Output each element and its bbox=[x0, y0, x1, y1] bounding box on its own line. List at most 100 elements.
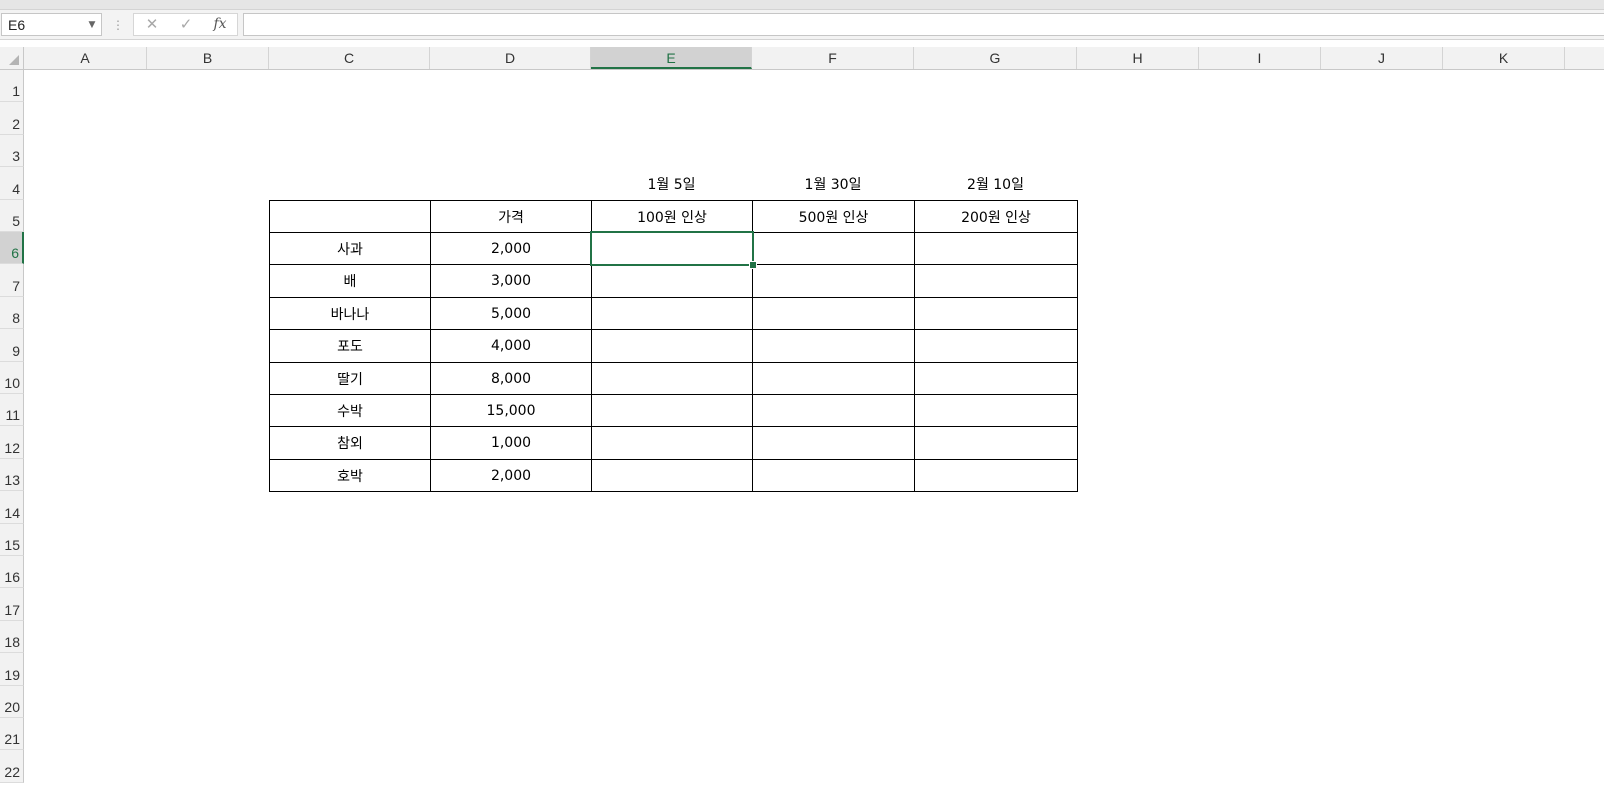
table-cell[interactable] bbox=[591, 232, 753, 265]
item-price-cell[interactable]: 2,000 bbox=[430, 232, 592, 265]
column-header-d[interactable]: D bbox=[430, 47, 591, 69]
table-cell[interactable] bbox=[914, 232, 1078, 265]
item-name-cell[interactable]: 딸기 bbox=[269, 362, 431, 395]
row-header-label: 21 bbox=[4, 731, 20, 747]
row-header-14[interactable]: 14 bbox=[0, 491, 24, 524]
table-cell[interactable] bbox=[752, 459, 915, 492]
table-cell[interactable] bbox=[752, 362, 915, 395]
row-header-13[interactable]: 13 bbox=[0, 459, 24, 491]
row-header-2[interactable]: 2 bbox=[0, 102, 24, 135]
row-header-4[interactable]: 4 bbox=[0, 167, 24, 200]
item-name-cell[interactable]: 포도 bbox=[269, 329, 431, 363]
table-header-cell[interactable]: 200원 인상 bbox=[914, 200, 1078, 233]
date-header-cell[interactable]: 1월 5일 bbox=[591, 167, 752, 200]
enter-icon[interactable]: ✓ bbox=[171, 14, 201, 35]
row-header-3[interactable]: 3 bbox=[0, 135, 24, 167]
table-cell[interactable] bbox=[591, 329, 753, 363]
table-cell[interactable] bbox=[752, 394, 915, 427]
row-header-label: 17 bbox=[4, 602, 20, 618]
row-header-1[interactable]: 1 bbox=[0, 70, 24, 102]
table-cell[interactable] bbox=[914, 394, 1078, 427]
item-name-cell[interactable]: 수박 bbox=[269, 394, 431, 427]
item-price-cell[interactable]: 8,000 bbox=[430, 362, 592, 395]
item-price-cell[interactable]: 4,000 bbox=[430, 329, 592, 363]
column-header-k[interactable]: K bbox=[1443, 47, 1565, 69]
table-header-cell[interactable]: 100원 인상 bbox=[591, 200, 753, 233]
row-header-21[interactable]: 21 bbox=[0, 718, 24, 750]
row-header-10[interactable]: 10 bbox=[0, 362, 24, 394]
table-cell[interactable] bbox=[752, 232, 915, 265]
formula-buttons: ✕ ✓ fx bbox=[133, 13, 238, 36]
table-cell[interactable] bbox=[591, 264, 753, 298]
table-cell[interactable] bbox=[914, 426, 1078, 460]
row-header-7[interactable]: 7 bbox=[0, 264, 24, 297]
item-name-cell[interactable]: 참외 bbox=[269, 426, 431, 460]
select-all-button[interactable] bbox=[0, 47, 24, 69]
item-name-cell[interactable]: 사과 bbox=[269, 232, 431, 265]
table-cell[interactable] bbox=[591, 362, 753, 395]
item-name-cell[interactable]: 바나나 bbox=[269, 297, 431, 330]
formula-input[interactable] bbox=[243, 13, 1604, 36]
row-header-label: 18 bbox=[4, 634, 20, 650]
table-cell[interactable] bbox=[752, 329, 915, 363]
table-cell[interactable] bbox=[591, 459, 753, 492]
row-header-17[interactable]: 17 bbox=[0, 588, 24, 621]
row-header-9[interactable]: 9 bbox=[0, 329, 24, 362]
row-header-6[interactable]: 6 bbox=[0, 232, 24, 264]
name-box[interactable]: E6 ▼ bbox=[1, 13, 102, 36]
row-header-label: 12 bbox=[4, 440, 20, 456]
table-cell[interactable] bbox=[914, 362, 1078, 395]
row-header-12[interactable]: 12 bbox=[0, 426, 24, 459]
column-header-a[interactable]: A bbox=[24, 47, 147, 69]
row-header-label: 5 bbox=[12, 213, 20, 229]
date-header-cell[interactable]: 2월 10일 bbox=[914, 167, 1077, 200]
table-cell[interactable] bbox=[752, 264, 915, 298]
column-header-e[interactable]: E bbox=[591, 47, 752, 69]
row-header-16[interactable]: 16 bbox=[0, 556, 24, 588]
fill-handle[interactable] bbox=[749, 261, 757, 269]
table-header-cell[interactable] bbox=[269, 200, 431, 233]
column-header-b[interactable]: B bbox=[147, 47, 269, 69]
column-header-i[interactable]: I bbox=[1199, 47, 1321, 69]
column-header-g[interactable]: G bbox=[914, 47, 1077, 69]
row-header-8[interactable]: 8 bbox=[0, 297, 24, 329]
worksheet-grid[interactable]: 1월 5일 1월 30일 2월 10일가격 100원 인상 500원 인상 200원 인상… bbox=[24, 70, 1604, 812]
table-cell[interactable] bbox=[591, 297, 753, 330]
row-header-label: 15 bbox=[4, 537, 20, 553]
row-header-22[interactable]: 22 bbox=[0, 750, 24, 783]
table-header-cell[interactable]: 가격 bbox=[430, 200, 592, 233]
row-header-5[interactable]: 5 bbox=[0, 200, 24, 232]
table-cell[interactable] bbox=[914, 329, 1078, 363]
table-cell[interactable] bbox=[752, 426, 915, 460]
table-cell[interactable] bbox=[914, 459, 1078, 492]
drag-handle-icon[interactable]: ⋮ bbox=[112, 15, 124, 35]
item-price-cell[interactable]: 3,000 bbox=[430, 264, 592, 298]
table-cell[interactable] bbox=[591, 426, 753, 460]
spreadsheet-window: E6 ▼ ⋮ ✕ ✓ fx ABCDEFGHIJK 1 2 3 4 5 6 7 8 9 10 11 1… bbox=[0, 0, 1604, 812]
row-header-18[interactable]: 18 bbox=[0, 621, 24, 653]
chevron-down-icon[interactable]: ▼ bbox=[86, 17, 98, 33]
date-header-cell[interactable]: 1월 30일 bbox=[752, 167, 914, 200]
item-name-cell[interactable]: 호박 bbox=[269, 459, 431, 492]
column-header-c[interactable]: C bbox=[269, 47, 430, 69]
column-header-h[interactable]: H bbox=[1077, 47, 1199, 69]
row-header-11[interactable]: 11 bbox=[0, 394, 24, 426]
table-cell[interactable] bbox=[591, 394, 753, 427]
table-header-cell[interactable]: 500원 인상 bbox=[752, 200, 915, 233]
select-all-icon bbox=[9, 55, 19, 65]
table-cell[interactable] bbox=[914, 297, 1078, 330]
table-cell[interactable] bbox=[914, 264, 1078, 298]
table-cell[interactable] bbox=[752, 297, 915, 330]
item-price-cell[interactable]: 2,000 bbox=[430, 459, 592, 492]
item-name-cell[interactable]: 배 bbox=[269, 264, 431, 298]
cancel-icon[interactable]: ✕ bbox=[137, 14, 167, 35]
column-header-f[interactable]: F bbox=[752, 47, 914, 69]
insert-function-icon[interactable]: fx bbox=[205, 14, 235, 35]
row-header-19[interactable]: 19 bbox=[0, 653, 24, 686]
item-price-cell[interactable]: 1,000 bbox=[430, 426, 592, 460]
row-header-20[interactable]: 20 bbox=[0, 686, 24, 718]
item-price-cell[interactable]: 15,000 bbox=[430, 394, 592, 427]
column-header-j[interactable]: J bbox=[1321, 47, 1443, 69]
item-price-cell[interactable]: 5,000 bbox=[430, 297, 592, 330]
row-header-15[interactable]: 15 bbox=[0, 524, 24, 556]
